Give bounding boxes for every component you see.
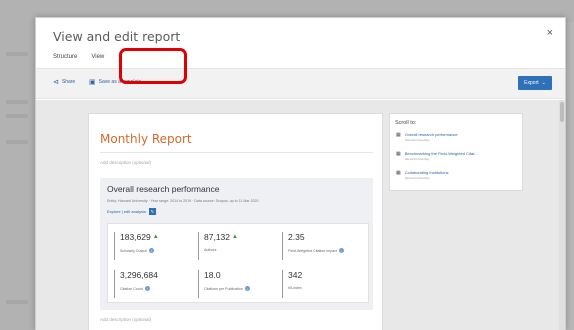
- add-description-input[interactable]: Add description (optional): [100, 317, 151, 322]
- grid-icon: ▦: [396, 170, 401, 176]
- report-title[interactable]: Monthly Report: [100, 132, 192, 146]
- report-card: Monthly Report Add description (optional…: [88, 113, 383, 330]
- explore-edit-label[interactable]: Explore | edit analysis: [107, 209, 146, 214]
- scroll-item-sub: Harvard University: [404, 157, 430, 161]
- metric-label: Scholarly Output: [120, 248, 147, 253]
- section-meta: Entity: Harvard University · Year range:…: [107, 199, 259, 203]
- export-label: Export: [524, 80, 539, 86]
- metric-value: 18.0: [204, 270, 221, 280]
- export-button[interactable]: Export ⌄: [518, 76, 552, 90]
- scrollbar[interactable]: [559, 100, 565, 330]
- metrics-grid: 183,629 ▲ Scholarly Output i 87,132 ▲ Autho…: [107, 223, 369, 303]
- metric-h5-index: 342 h5-index: [282, 270, 302, 298]
- metric-scholarly-output: 183,629 ▲ Scholarly Output i: [114, 232, 159, 260]
- scroll-item-label[interactable]: Collaborating Institutions: [405, 170, 449, 175]
- view-edit-report-modal: View and edit report × Structure View ⊲ …: [35, 17, 566, 330]
- trend-up-icon: ▲: [152, 234, 159, 240]
- metric-value: 183,629: [120, 232, 151, 242]
- metric-label: Citation Count: [120, 286, 143, 291]
- report-divider: [100, 152, 373, 153]
- tab-bar: Structure View: [53, 53, 104, 70]
- scroll-to-item[interactable]: ▦ Overall research performance Harvard U…: [396, 132, 458, 142]
- toolbar: ⊲ Share ▣ Save as a template Export ⌄: [36, 69, 565, 99]
- scroll-to-title: Scroll to:: [395, 120, 417, 126]
- share-button[interactable]: ⊲ Share: [53, 78, 75, 86]
- explore-edit-links[interactable]: Explore | edit analysis ✎: [107, 208, 156, 215]
- close-button[interactable]: ×: [547, 27, 553, 39]
- metric-value: 87,132: [204, 232, 230, 242]
- research-performance-section: Overall research performance Entity: Har…: [100, 178, 373, 310]
- metric-citations-per-publication: 18.0 Citations per Publication i: [198, 270, 250, 298]
- metric-value: 342: [288, 270, 303, 280]
- trend-up-icon: ▲: [232, 234, 238, 240]
- info-icon[interactable]: i: [244, 286, 250, 291]
- scroll-item-label[interactable]: Benchmarking the Field-Weighted Citat...: [405, 151, 478, 156]
- chevron-down-icon: ⌄: [541, 80, 546, 86]
- info-icon[interactable]: i: [144, 286, 150, 291]
- info-icon[interactable]: i: [148, 248, 154, 253]
- edit-badge-icon[interactable]: ✎: [148, 208, 156, 215]
- tab-structure[interactable]: Structure: [53, 53, 77, 67]
- scroll-to-item[interactable]: ▦ Benchmarking the Field-Weighted Citat.…: [396, 151, 478, 161]
- modal-title: View and edit report: [53, 29, 181, 44]
- share-icon: ⊲: [53, 79, 59, 86]
- modal-header: View and edit report ×: [36, 18, 565, 48]
- add-description-input[interactable]: Add description (optional): [100, 160, 151, 165]
- grid-icon: ▦: [396, 151, 401, 157]
- metric-value: 3,296,684: [120, 270, 158, 280]
- metric-label: h5-index: [288, 286, 302, 290]
- scroll-to-item[interactable]: ▦ Collaborating Institutions Harvard Uni…: [396, 170, 449, 180]
- metric-label: Authors: [204, 248, 217, 252]
- scrollbar-thumb[interactable]: [560, 102, 564, 122]
- scroll-item-sub: Harvard University: [404, 176, 430, 180]
- template-icon: ▣: [89, 79, 96, 86]
- info-icon[interactable]: i: [339, 248, 345, 253]
- metric-value: 2.35: [288, 232, 305, 242]
- grid-icon: ▦: [396, 132, 401, 138]
- share-label: Share: [61, 79, 76, 85]
- close-icon: ×: [546, 27, 553, 39]
- highlight-annotation: [119, 48, 187, 84]
- metric-label: Field-Weighted Citation Impact: [288, 248, 338, 253]
- metric-authors: 87,132 ▲ Authors: [198, 232, 238, 260]
- report-content-area: Monthly Report Add description (optional…: [36, 100, 565, 330]
- scroll-item-label[interactable]: Overall research performance: [405, 132, 458, 137]
- metric-citation-count: 3,296,684 Citation Count i: [114, 270, 158, 298]
- metric-fwci: 2.35 Field-Weighted Citation Impact i: [282, 232, 345, 260]
- scroll-item-sub: Harvard University: [404, 138, 430, 142]
- tab-view[interactable]: View: [91, 53, 104, 70]
- metric-label: Citations per Publication: [204, 286, 243, 291]
- scroll-to-panel: Scroll to: ▦ Overall research performanc…: [389, 113, 523, 191]
- section-title: Overall research performance: [107, 184, 220, 194]
